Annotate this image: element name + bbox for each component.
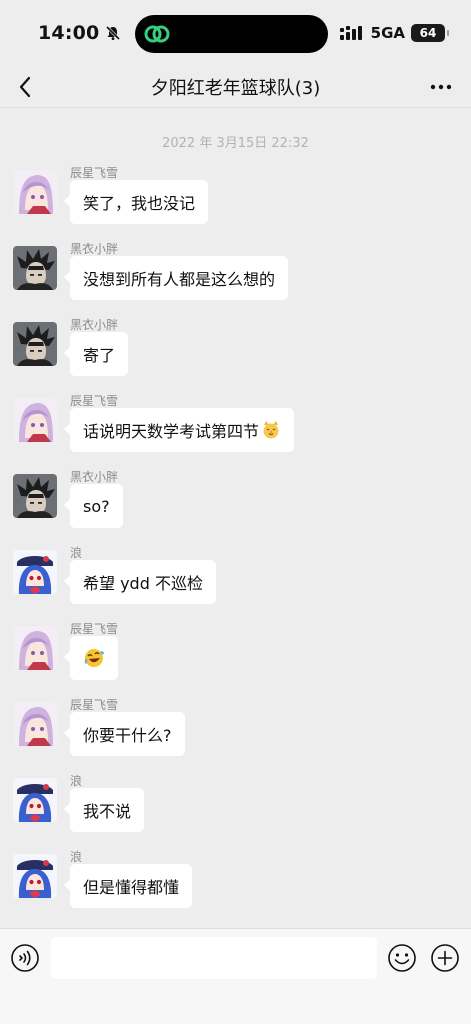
status-time: 14:00 <box>38 22 100 44</box>
input-bar <box>0 928 471 1024</box>
sender-name: 浪 <box>70 774 83 788</box>
avatar[interactable] <box>13 778 57 822</box>
battery-icon: 64 <box>411 24 449 42</box>
sender-name: 辰星飞雪 <box>70 166 119 180</box>
avatar[interactable] <box>13 322 57 366</box>
message-item: 辰星飞雪 <box>0 620 471 696</box>
avatar[interactable] <box>13 626 57 670</box>
message-text: 话说明天数学考试第四节 <box>83 422 260 441</box>
sender-name: 辰星飞雪 <box>70 698 119 712</box>
message-bubble[interactable]: 但是懂得都懂 <box>63 864 193 908</box>
message-bubble[interactable] <box>64 636 118 680</box>
message-bubble[interactable]: 笑了，我也没记 <box>63 180 209 224</box>
sender-name: 辰星飞雪 <box>70 394 119 408</box>
more-actions-plus-icon[interactable] <box>430 943 460 973</box>
message-item: 辰星飞雪 笑了，我也没记 <box>0 164 471 240</box>
avatar[interactable] <box>13 474 57 518</box>
message-bubble[interactable]: 我不说 <box>63 788 145 832</box>
message-item: 浪 我不说 <box>0 772 471 848</box>
sender-name: 浪 <box>70 850 83 864</box>
message-text: 寄了 <box>83 346 116 365</box>
message-item: 浪 希望 ydd 不巡检 <box>0 544 471 620</box>
message-bubble[interactable]: so? <box>64 484 123 528</box>
sender-name: 浪 <box>70 546 83 560</box>
message-timestamp: 2022 年 3月15日 22:32 <box>162 136 309 151</box>
message-item: 辰星飞雪 话说明天数学考试第四节 <box>0 392 471 468</box>
more-options-icon[interactable] <box>429 78 453 96</box>
message-item: 浪 但是懂得都懂 <box>0 848 471 924</box>
message-item: 黑衣小胖 寄了 <box>0 316 471 392</box>
laughing-crying-icon <box>84 649 104 667</box>
chat-title: 夕阳红老年篮球队(3) <box>150 77 321 99</box>
message-text: 笑了，我也没记 <box>83 194 196 213</box>
battery-level: 64 <box>419 26 437 40</box>
message-bubble[interactable]: 寄了 <box>63 332 129 376</box>
avatar[interactable] <box>13 170 57 214</box>
message-item: 辰星飞雪 你要干什么? <box>0 696 471 772</box>
message-bubble[interactable]: 你要干什么? <box>64 712 185 756</box>
message-text: so? <box>83 496 110 516</box>
message-list[interactable]: 2022 年 3月15日 22:32 辰星飞雪 笑了，我也没记 黑衣小胖 没想到… <box>0 108 471 928</box>
message-bubble[interactable]: 希望 ydd 不巡检 <box>64 560 216 604</box>
back-arrow-icon[interactable] <box>16 74 36 100</box>
sender-name: 黑衣小胖 <box>70 318 119 332</box>
network-type: 5GA <box>370 24 405 42</box>
avatar[interactable] <box>13 398 57 442</box>
message-text: 没想到所有人都是这么想的 <box>83 270 276 289</box>
message-bubble[interactable]: 话说明天数学考试第四节 <box>63 408 295 452</box>
avatar[interactable] <box>13 246 57 290</box>
signal-icon <box>339 26 362 40</box>
emoji-picker-icon[interactable] <box>387 943 417 973</box>
message-bubble[interactable]: 没想到所有人都是这么想的 <box>63 256 289 300</box>
sender-name: 辰星飞雪 <box>70 622 119 636</box>
message-text: 你要干什么? <box>83 726 172 745</box>
message-item: 黑衣小胖 so? <box>0 468 471 544</box>
cat-face-icon <box>263 421 279 439</box>
sender-name: 黑衣小胖 <box>70 470 119 484</box>
voice-input-icon[interactable] <box>10 943 40 973</box>
message-item: 黑衣小胖 没想到所有人都是这么想的 <box>0 240 471 316</box>
avatar[interactable] <box>13 550 57 594</box>
avatar[interactable] <box>13 702 57 746</box>
message-input[interactable] <box>51 937 377 979</box>
message-text: 但是懂得都懂 <box>83 878 180 897</box>
sender-name: 黑衣小胖 <box>70 242 119 256</box>
link-rings-icon <box>144 25 170 43</box>
status-right: 5GA 64 <box>339 24 449 42</box>
chat-header: 夕阳红老年篮球队(3) <box>0 66 471 108</box>
message-text: 我不说 <box>83 802 132 821</box>
avatar[interactable] <box>13 854 57 898</box>
mute-bell-icon <box>106 25 121 41</box>
status-left: 14:00 <box>38 22 121 44</box>
message-text: 希望 ydd 不巡检 <box>83 574 203 593</box>
